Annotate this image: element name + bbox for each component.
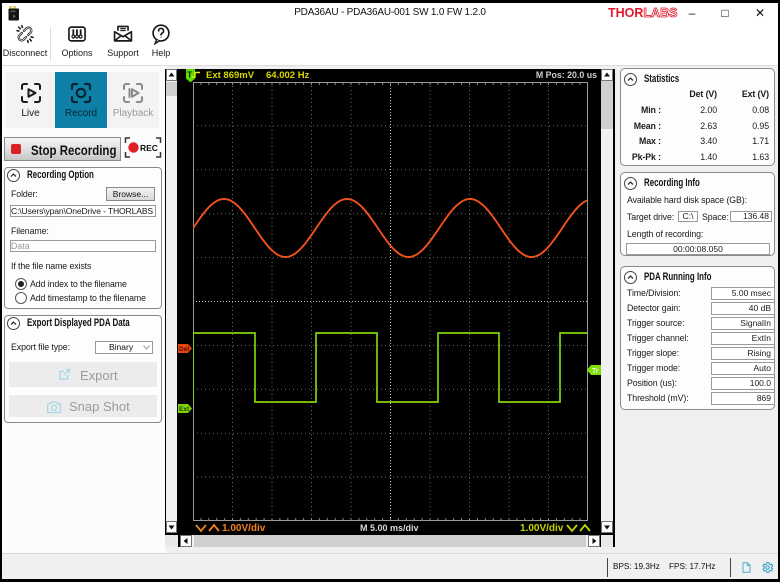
svg-text:Ext: Ext [179,406,190,413]
svg-text:REC: REC [140,143,158,153]
svg-text:Tr: Tr [592,368,599,375]
svg-text:Det: Det [179,346,190,353]
svg-text:T: T [187,70,193,80]
